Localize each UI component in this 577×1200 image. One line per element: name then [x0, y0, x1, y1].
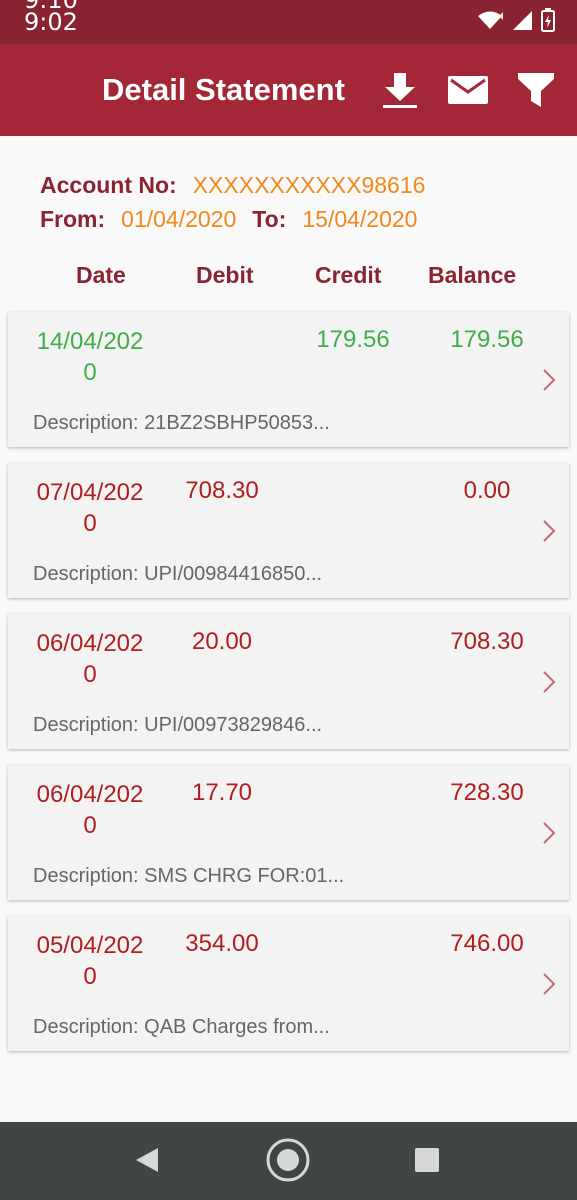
from-label: From: [40, 206, 106, 232]
filter-icon [517, 72, 555, 113]
txn-date-line2: 0 [83, 812, 97, 839]
chevron-right-icon [541, 517, 557, 545]
battery-charging-icon [541, 8, 555, 37]
transaction-card[interactable]: 06/04/202 0 17.70 728.30 Description: SMS CH… [8, 765, 569, 900]
from-date: 01/04/2020 [121, 206, 237, 232]
chevron-right-icon [541, 970, 557, 998]
txn-date-line1: 06/04/202 [36, 630, 144, 657]
txn-description: Description: SMS CHRG FOR:01... [33, 865, 345, 887]
status-bar: 9:10 9:02 [0, 0, 577, 44]
txn-balance: 746.00 [450, 930, 524, 957]
page-title: Detail Statement [102, 72, 345, 107]
txn-balance: 728.30 [450, 779, 524, 806]
account-info: Account No: XXXXXXXXXXX98616 From: 01/04… [40, 172, 425, 240]
txn-date-line2: 0 [83, 359, 97, 386]
transaction-card[interactable]: 07/04/202 0 708.30 0.00 Description: UPI/009… [8, 463, 569, 598]
txn-date-line1: 07/04/202 [36, 479, 144, 506]
txn-date-line2: 0 [83, 661, 97, 688]
txn-date-line1: 06/04/202 [36, 781, 144, 808]
txn-date: 06/04/202 0 [8, 628, 172, 690]
account-label: Account No: [40, 172, 177, 198]
txn-date-line2: 0 [83, 510, 97, 537]
txn-debit: 708.30 [185, 477, 259, 504]
statement-content: Account No: XXXXXXXXXXX98616 From: 01/04… [0, 136, 577, 1122]
email-icon [448, 75, 488, 109]
email-button[interactable] [446, 70, 490, 114]
header-balance: Balance [428, 262, 517, 288]
header-debit: Debit [196, 262, 254, 288]
account-number: XXXXXXXXXXX98616 [192, 172, 426, 198]
to-label: To: [252, 206, 287, 232]
header-credit: Credit [315, 262, 382, 288]
txn-date-line2: 0 [83, 963, 97, 990]
to-date: 15/04/2020 [302, 206, 418, 232]
txn-date: 07/04/202 0 [8, 477, 172, 539]
filter-button[interactable] [514, 70, 558, 114]
txn-debit: 20.00 [191, 628, 253, 655]
transaction-card[interactable]: 14/04/202 0 179.56 179.56 Description: 21BZ2… [8, 312, 569, 447]
txn-balance: 708.30 [450, 628, 524, 655]
txn-date: 05/04/202 0 [8, 930, 172, 992]
transaction-card[interactable]: 05/04/202 0 354.00 746.00 Description: QAB C… [8, 916, 569, 1051]
txn-date: 06/04/202 0 [8, 779, 172, 841]
txn-date-line1: 05/04/202 [36, 932, 144, 959]
txn-balance: 0.00 [463, 477, 511, 504]
column-headers: Date Debit Credit Balance [0, 262, 577, 302]
txn-description: Description: 21BZ2SBHP50853... [33, 412, 330, 434]
chevron-right-icon [541, 819, 557, 847]
status-icons [477, 8, 555, 37]
wifi-icon [477, 10, 503, 35]
txn-date: 14/04/202 0 [8, 326, 172, 388]
navigation-bar [0, 1122, 577, 1200]
txn-balance: 179.56 [450, 326, 524, 353]
home-button[interactable] [263, 1138, 313, 1182]
clock: 9:02 [24, 8, 78, 36]
txn-description: Description: QAB Charges from... [33, 1016, 330, 1038]
chevron-right-icon [541, 366, 557, 394]
download-icon [382, 71, 418, 114]
chevron-right-icon [541, 668, 557, 696]
txn-debit: 17.70 [191, 779, 253, 806]
header-date: Date [76, 262, 126, 288]
txn-description: Description: UPI/00973829846... [33, 714, 323, 736]
recents-icon [414, 1147, 440, 1178]
txn-date-line1: 14/04/202 [36, 328, 144, 355]
txn-credit: 179.56 [316, 326, 390, 353]
app-bar: Detail Statement [0, 44, 577, 136]
txn-description: Description: UPI/00984416850... [33, 563, 323, 585]
signal-icon [511, 9, 533, 36]
back-button[interactable] [122, 1142, 172, 1182]
download-button[interactable] [378, 70, 422, 114]
back-icon [134, 1146, 160, 1179]
transaction-card[interactable]: 06/04/202 0 20.00 708.30 Description: UPI/00… [8, 614, 569, 749]
txn-debit: 354.00 [185, 930, 259, 957]
recents-button[interactable] [402, 1142, 452, 1182]
home-icon [265, 1137, 311, 1188]
